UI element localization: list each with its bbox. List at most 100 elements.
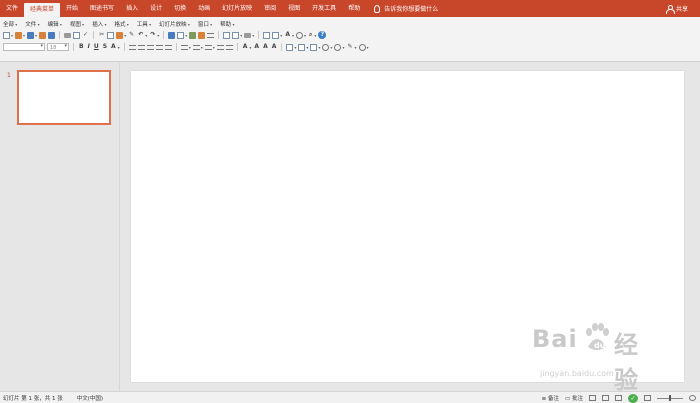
mail-icon[interactable] bbox=[48, 31, 56, 39]
smartart-icon[interactable] bbox=[310, 43, 318, 51]
format-painter-icon[interactable]: ✎ bbox=[128, 31, 135, 39]
text-direction-icon[interactable] bbox=[286, 43, 294, 51]
tab-insert[interactable]: 插入 bbox=[120, 0, 144, 17]
menu-edit[interactable]: 编辑 bbox=[48, 20, 62, 28]
menu-tools[interactable]: 工具 bbox=[137, 20, 151, 28]
notes-button[interactable]: ≡ 备注 bbox=[542, 394, 559, 402]
distribute-icon[interactable] bbox=[164, 44, 172, 50]
redo-icon[interactable]: ↷ bbox=[149, 31, 156, 39]
tab-design[interactable]: 设计 bbox=[144, 0, 168, 17]
font-color-button[interactable]: A bbox=[110, 43, 117, 51]
italic-button[interactable]: I bbox=[87, 43, 91, 51]
slide-thumbnail[interactable] bbox=[17, 70, 111, 125]
tab-classic-menu[interactable]: 经典菜单 bbox=[24, 3, 61, 17]
justify-icon[interactable] bbox=[155, 44, 163, 50]
shape-outline-icon[interactable] bbox=[334, 43, 342, 51]
slide-sorter-icon[interactable] bbox=[602, 395, 609, 401]
shapes-icon[interactable] bbox=[263, 31, 271, 39]
print-preview-icon[interactable] bbox=[73, 31, 81, 39]
shape-fill-icon[interactable] bbox=[322, 43, 330, 51]
clear-format-icon[interactable]: A bbox=[271, 43, 278, 51]
cut-icon[interactable]: ✂ bbox=[98, 31, 105, 39]
spelling-icon[interactable]: ✓ bbox=[82, 31, 89, 39]
menu-slideshow[interactable]: 幻灯片放映 bbox=[159, 20, 190, 28]
menu-format[interactable]: 格式 bbox=[114, 20, 128, 28]
align-right-icon[interactable] bbox=[146, 44, 154, 50]
slideshow-view-icon[interactable] bbox=[644, 395, 651, 401]
align-text-icon[interactable] bbox=[298, 43, 306, 51]
fit-slide-icon[interactable] bbox=[689, 395, 696, 401]
picture-icon[interactable] bbox=[189, 31, 197, 39]
ribbon-tab-bar: 文件 经典菜单 开始 图途书写 插入 设计 切换 动画 幻灯片放映 审阅 视图 … bbox=[0, 0, 700, 17]
undo-icon[interactable]: ↶ bbox=[137, 31, 144, 39]
columns-icon[interactable] bbox=[180, 44, 188, 50]
numbering-icon[interactable] bbox=[204, 44, 212, 50]
tab-transitions[interactable]: 切换 bbox=[168, 0, 192, 17]
text-box-a-icon[interactable]: A bbox=[284, 31, 291, 39]
text-box-icon[interactable] bbox=[207, 32, 215, 38]
align-left-icon[interactable] bbox=[128, 44, 136, 50]
table-icon[interactable] bbox=[177, 31, 185, 39]
new-file-icon[interactable] bbox=[3, 31, 10, 39]
comments-button[interactable]: ▭ 批注 bbox=[565, 394, 583, 402]
person-icon bbox=[665, 4, 675, 14]
underline-button[interactable]: U bbox=[93, 43, 100, 51]
baidu-watermark: Bai du 经验 jingyan.baidu.com bbox=[532, 323, 638, 394]
tab-help[interactable]: 帮助 bbox=[342, 0, 366, 17]
copy-icon[interactable] bbox=[107, 31, 115, 39]
tab-view[interactable]: 视图 bbox=[282, 0, 306, 17]
menu-view[interactable]: 视图 bbox=[70, 20, 84, 28]
new-slide-icon[interactable] bbox=[223, 31, 231, 39]
align-center-icon[interactable] bbox=[137, 44, 145, 50]
save-icon[interactable] bbox=[27, 31, 35, 39]
classic-menu-bar: 全部 文件 编辑 视图 插入 格式 工具 幻灯片放映 窗口 帮助 bbox=[3, 19, 234, 28]
classic-menu-toolbar: 全部 文件 编辑 视图 插入 格式 工具 幻灯片放映 窗口 帮助 ▾ ▾ ▾ ✓… bbox=[0, 17, 700, 62]
font-size-dropdown[interactable]: 18 bbox=[47, 43, 69, 51]
menu-help[interactable]: 帮助 bbox=[220, 20, 234, 28]
normal-view-icon[interactable] bbox=[589, 395, 596, 401]
shrink-font-icon[interactable]: A bbox=[262, 43, 269, 51]
bold-button[interactable]: B bbox=[78, 43, 85, 51]
comments-label: 批注 bbox=[571, 396, 583, 402]
font-name-dropdown[interactable] bbox=[3, 43, 45, 51]
tab-review[interactable]: 审阅 bbox=[258, 0, 282, 17]
open-folder-icon[interactable] bbox=[15, 31, 23, 39]
language-status[interactable]: 中文(中国) bbox=[77, 394, 103, 402]
reading-view-icon[interactable] bbox=[615, 395, 622, 401]
font-size-increase-icon[interactable]: A bbox=[242, 43, 249, 51]
zoom-icon[interactable]: ⌕ bbox=[308, 31, 313, 39]
tell-me-search[interactable]: 告诉我你想要做什么 bbox=[374, 4, 438, 13]
tab-file[interactable]: 文件 bbox=[0, 0, 24, 17]
tab-animations[interactable]: 动画 bbox=[192, 0, 216, 17]
paste-icon[interactable] bbox=[116, 31, 124, 39]
outdent-icon[interactable] bbox=[225, 44, 233, 50]
tab-home[interactable]: 开始 bbox=[60, 0, 84, 17]
shape-effects-icon[interactable]: ✎ bbox=[346, 43, 353, 51]
watermark-jingyan: 经验 bbox=[614, 331, 639, 394]
slide-thumbnails-pane: 1 bbox=[0, 63, 120, 391]
menu-insert[interactable]: 插入 bbox=[92, 20, 106, 28]
quick-styles-icon[interactable] bbox=[358, 43, 366, 51]
menu-file[interactable]: 文件 bbox=[25, 20, 39, 28]
watermark-brand: Bai bbox=[532, 325, 578, 353]
layout-icon[interactable] bbox=[232, 31, 240, 39]
open-recent-icon[interactable] bbox=[39, 31, 47, 39]
tab-developer[interactable]: 开发工具 bbox=[306, 0, 342, 17]
menu-window[interactable]: 窗口 bbox=[198, 20, 212, 28]
tab-ink[interactable]: 图途书写 bbox=[84, 0, 120, 17]
grow-font-icon[interactable]: A bbox=[253, 43, 260, 51]
tab-slideshow[interactable]: 幻灯片放映 bbox=[216, 0, 258, 17]
line-color-icon[interactable] bbox=[244, 32, 252, 38]
bullets-icon[interactable] bbox=[192, 44, 200, 50]
indent-icon[interactable] bbox=[216, 44, 224, 50]
arrange-icon[interactable] bbox=[272, 31, 280, 39]
shadow-button[interactable]: S bbox=[102, 43, 108, 51]
chart-icon[interactable] bbox=[168, 31, 176, 39]
menu-all[interactable]: 全部 bbox=[3, 20, 17, 28]
hyperlink-icon[interactable] bbox=[198, 31, 206, 39]
zoom-slider[interactable] bbox=[657, 394, 683, 401]
help-icon[interactable]: ? bbox=[318, 31, 327, 39]
rotate-icon[interactable] bbox=[295, 31, 303, 39]
print-icon[interactable] bbox=[64, 32, 72, 38]
share-button[interactable]: 共享 bbox=[665, 0, 688, 17]
